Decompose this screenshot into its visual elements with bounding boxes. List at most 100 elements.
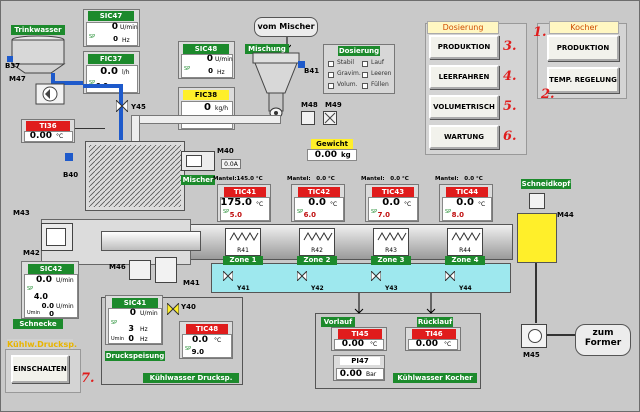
m46-label: M46 — [109, 263, 126, 271]
zone-valve-icon[interactable] — [223, 271, 233, 281]
zone-label: Zone 3 — [371, 256, 411, 265]
tic-zone-panel[interactable]: TIC41 175.0 °C SP 5.0 — [217, 184, 271, 222]
tic48-value: 0.0 — [192, 335, 208, 345]
zone-valve-icon[interactable] — [297, 271, 307, 281]
ti45-panel[interactable]: TI45 0.00 °C — [331, 327, 387, 351]
valve-m49-icon[interactable] — [323, 111, 337, 125]
heater-icon[interactable]: R41 — [225, 228, 261, 256]
dosierung-panel-header: Dosierung — [427, 21, 499, 34]
tic48-panel[interactable]: TIC48 0.0 °C SP 9.0 — [179, 321, 233, 359]
schneidkopf-label: Schneidkopf — [521, 179, 571, 189]
druckspeisung-label: Druckspeisung — [105, 351, 165, 361]
dosierung-button[interactable]: WARTUNG — [429, 125, 499, 149]
dosierung-status-item: Stabil — [328, 59, 360, 69]
motor-m42-icon[interactable] — [41, 223, 73, 251]
dosierung-status-label: Füllen — [371, 81, 389, 88]
sic42-sp-unit: U/min — [56, 303, 74, 310]
fic37-unit: l/h — [122, 69, 130, 76]
pi47-unit: Bar — [366, 371, 377, 378]
tic-zone-panel[interactable]: TIC43 0.0 °C SP 7.0 — [365, 184, 419, 222]
status-indicator-icon — [328, 61, 334, 67]
step-number-7: 7. — [81, 371, 95, 386]
motor-m46-icon[interactable] — [129, 260, 151, 280]
fic38-tag: FIC38 — [183, 90, 229, 100]
ti46-tag: TI46 — [412, 329, 456, 339]
sic41-umin-value: 0 — [128, 334, 134, 343]
valve-y45-icon[interactable] — [116, 100, 128, 112]
gewicht-panel[interactable]: Gewicht 0.00 kg — [307, 139, 357, 163]
kocher-panel-header: Kocher — [549, 21, 619, 34]
sic41-sp-value: 3 — [128, 324, 134, 333]
kocher-button[interactable]: PRODUKTION — [547, 35, 619, 61]
step-number: 5. — [503, 99, 517, 114]
sic48-panel[interactable]: SIC48 0 U/min SP 0 Hz — [178, 41, 235, 79]
sic41-panel[interactable]: SIC41 0 U/min SP 3 Hz Umin 0 Hz — [105, 295, 163, 345]
heater-icon[interactable]: R42 — [299, 228, 335, 256]
fic38-unit: kg/h — [215, 105, 229, 112]
motor-m41-icon[interactable] — [155, 257, 177, 283]
m42-label: M42 — [23, 249, 40, 257]
schneidkopf-body — [517, 213, 557, 263]
sic47-tag: SIC47 — [88, 11, 134, 21]
tic-zone-tag: TIC42 — [298, 187, 340, 197]
schnecke-label: Schnecke — [13, 319, 63, 329]
sic41-value: 0 — [129, 308, 136, 318]
pi47-panel[interactable]: PI47 0.00 Bar — [333, 355, 385, 381]
ti46-value: 0.00 — [415, 339, 438, 349]
sic41-sp-unit: Hz — [140, 326, 148, 333]
dosierung-button[interactable]: LEERFAHREN — [429, 65, 499, 89]
tic-zone-unit: °C — [404, 201, 412, 208]
ti46-panel[interactable]: TI46 0.00 °C — [405, 327, 461, 351]
pump-m47-icon[interactable] — [35, 83, 65, 105]
tic-zone-tag: TIC43 — [372, 187, 414, 197]
zone-valve-icon[interactable] — [445, 271, 455, 281]
y45-label: Y45 — [131, 103, 146, 111]
fic37-value: 0.0 — [100, 66, 118, 77]
motor-m40-icon[interactable] — [181, 151, 215, 171]
tic-zone-panel[interactable]: TIC42 0.0 °C SP 6.0 — [291, 184, 345, 222]
zone-label: Zone 4 — [445, 256, 485, 265]
y40-label: Y40 — [181, 303, 196, 311]
scada-screen: Trinkwasser B37 M47 SIC47 0 U/min SP 0 H… — [0, 0, 640, 412]
tic-zone-sp-value: 5.0 — [229, 211, 242, 219]
fic37-tag: FIC37 — [88, 54, 134, 64]
sic48-value: 0 — [206, 54, 213, 64]
kocher-button[interactable]: TEMP. REGELUNG — [547, 67, 619, 93]
heater-icon[interactable]: R43 — [373, 228, 409, 256]
einschalten-button[interactable]: EINSCHALTEN — [11, 355, 69, 383]
step-number: 6. — [503, 129, 517, 144]
vorlauf-label: Vorlauf — [321, 317, 355, 327]
heater-icon[interactable]: R44 — [447, 228, 483, 256]
zone-valve-label: Y42 — [311, 285, 324, 292]
ti45-value: 0.00 — [341, 339, 364, 349]
valve-y40-icon[interactable] — [167, 303, 179, 315]
motor-m44-icon[interactable] — [529, 193, 545, 209]
sic42-sp-extra: 0.0 — [41, 302, 54, 310]
dosierung-button[interactable]: PRODUKTION — [429, 35, 499, 59]
tic-zone-panel[interactable]: TIC44 0.0 °C SP 8.0 — [439, 184, 493, 222]
dosierung-status-label: Leeren — [371, 70, 392, 77]
zone-mantel-label: Mantel: 0.0 °C — [287, 176, 335, 182]
sic48-sp-value: 0 — [208, 67, 213, 75]
pi47-tag: PI47 — [340, 357, 380, 365]
ti36-panel[interactable]: TI36 0.00 °C — [21, 119, 75, 143]
zone-mantel-label: Mantel: 0.0 °C — [435, 176, 483, 182]
tic-zone-unit: °C — [478, 201, 486, 208]
pump-m45-icon[interactable] — [521, 324, 547, 348]
b40-label: B40 — [63, 171, 79, 179]
pi47-value: 0.00 — [339, 369, 362, 379]
sic48-sp-unit: Hz — [217, 69, 225, 76]
kuehlwasser-druck-label: Kühlwasser Drucksp. — [143, 373, 239, 383]
heater-label: R41 — [237, 247, 249, 254]
tic-zone-tag: TIC41 — [224, 187, 266, 197]
sic47-panel[interactable]: SIC47 0 U/min SP 0 Hz — [83, 9, 140, 47]
sic42-panel[interactable]: SIC42 0.0 U/min SP 4.0 0.0 U/min Umin 0 — [21, 261, 79, 319]
step-number: 4. — [503, 69, 517, 84]
motor-m48-icon[interactable] — [301, 111, 315, 125]
zone-valve-icon[interactable] — [371, 271, 381, 281]
sic47-value: 0 — [111, 22, 118, 32]
trinkwasser-label: Trinkwasser — [11, 25, 65, 35]
m41-label: M41 — [183, 279, 200, 287]
sic48-tag: SIC48 — [183, 44, 229, 54]
dosierung-button[interactable]: VOLUMETRISCH — [429, 95, 499, 119]
